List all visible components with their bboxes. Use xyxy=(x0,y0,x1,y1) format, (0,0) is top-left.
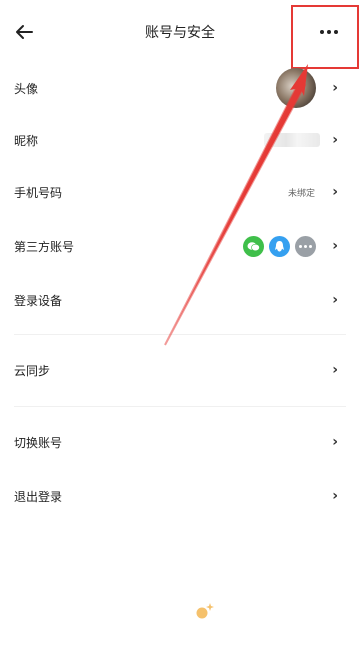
avatar xyxy=(276,68,316,108)
row-switch-account[interactable]: 切换账号 › xyxy=(0,416,360,468)
row-phone-label: 手机号码 xyxy=(14,185,63,200)
row-avatar-label: 头像 xyxy=(14,81,39,96)
chevron-right-icon: › xyxy=(332,292,338,308)
row-devices-label: 登录设备 xyxy=(14,293,63,308)
highlight-annotation-box xyxy=(291,5,359,69)
divider xyxy=(14,334,346,335)
phone-status: 未绑定 xyxy=(287,188,315,199)
row-nickname-label: 昵称 xyxy=(14,133,39,148)
row-third-party[interactable]: 第三方账号 › xyxy=(0,220,360,272)
row-third-party-label: 第三方账号 xyxy=(14,239,75,254)
more-icon[interactable] xyxy=(295,235,316,257)
row-sync-label: 云同步 xyxy=(14,363,51,378)
dot xyxy=(304,244,307,248)
divider xyxy=(14,406,346,407)
row-phone[interactable]: 手机号码 未绑定 › xyxy=(0,166,360,218)
row-logout-label: 退出登录 xyxy=(14,489,63,504)
sparkle-icon xyxy=(196,603,214,619)
row-nickname[interactable]: 昵称 › xyxy=(0,114,360,166)
dot xyxy=(299,244,302,248)
dot xyxy=(309,244,312,248)
row-switch-label: 切换账号 xyxy=(14,435,63,450)
chevron-right-icon: › xyxy=(332,434,338,450)
wechat-glyph xyxy=(247,241,260,251)
chevron-right-icon: › xyxy=(332,80,338,96)
nickname-value-blurred xyxy=(264,133,320,147)
row-avatar[interactable]: 头像 › xyxy=(0,62,360,114)
qq-glyph xyxy=(275,240,284,251)
qq-icon[interactable] xyxy=(269,235,290,257)
row-logout[interactable]: 退出登录 › xyxy=(0,470,360,522)
chevron-right-icon: › xyxy=(332,488,338,504)
chevron-right-icon: › xyxy=(332,362,338,378)
row-cloud-sync[interactable]: 云同步 › xyxy=(0,344,360,396)
wechat-icon[interactable] xyxy=(243,235,264,257)
chevron-right-icon: › xyxy=(332,132,338,148)
social-icons xyxy=(243,235,316,257)
chevron-right-icon: › xyxy=(332,184,338,200)
chevron-right-icon: › xyxy=(332,238,338,254)
row-login-devices[interactable]: 登录设备 › xyxy=(0,274,360,326)
